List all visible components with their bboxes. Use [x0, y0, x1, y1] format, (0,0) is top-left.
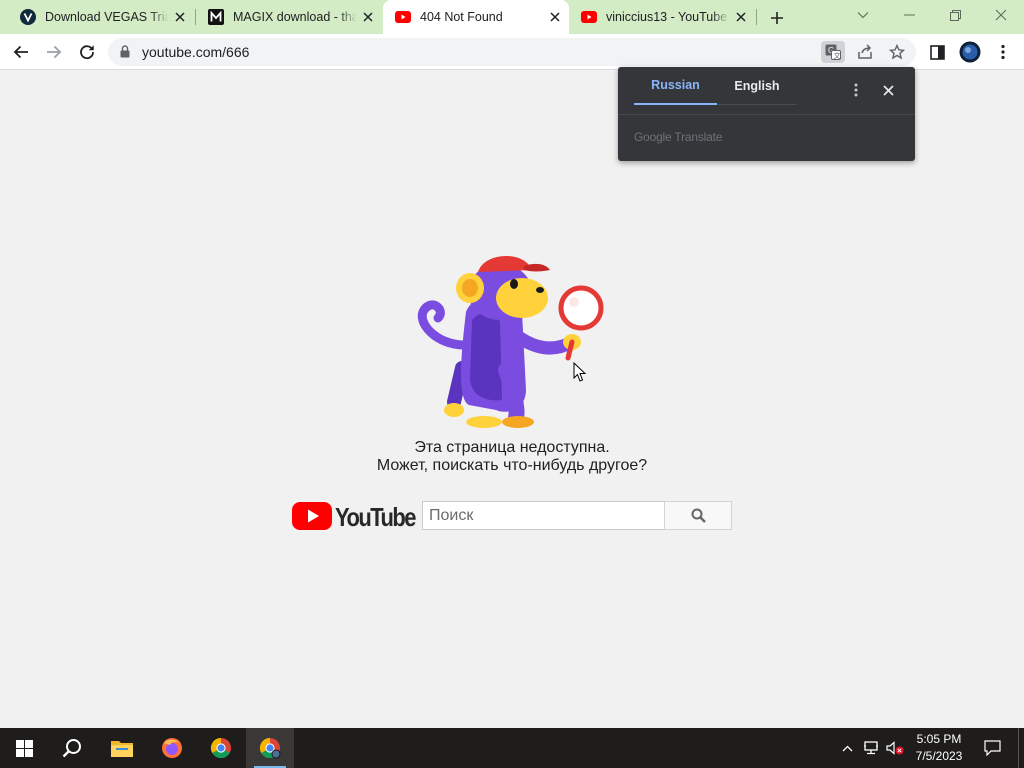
bookmark-star-icon[interactable]	[885, 41, 909, 63]
address-bar[interactable]: youtube.com/666 G文	[108, 38, 916, 66]
forward-button[interactable]	[40, 38, 68, 66]
chrome-icon	[259, 737, 281, 759]
start-button[interactable]	[0, 728, 48, 768]
tray-overflow-chevron-icon[interactable]	[838, 728, 856, 768]
reload-button[interactable]	[73, 38, 101, 66]
close-icon[interactable]	[172, 9, 188, 25]
kebab-menu-icon[interactable]	[989, 38, 1017, 66]
file-explorer-button[interactable]	[98, 728, 146, 768]
profile-avatar[interactable]	[956, 38, 984, 66]
taskbar-search-button[interactable]	[48, 728, 96, 768]
close-window-button[interactable]	[978, 0, 1024, 30]
translate-icon[interactable]: G文	[821, 41, 845, 63]
close-icon[interactable]	[733, 9, 749, 25]
network-icon[interactable]	[860, 728, 882, 768]
tab-vegas[interactable]: Download VEGAS Trial	[8, 0, 194, 34]
divider	[618, 114, 915, 115]
clock-time: 5:05 PM	[916, 732, 962, 746]
tab-russian[interactable]: Russian	[634, 67, 717, 105]
more-options-icon[interactable]	[846, 80, 866, 100]
tab-strip: Download VEGAS Trial MAGIX download - th…	[0, 0, 1024, 34]
tab-viniccius13[interactable]: viniccius13 - YouTube	[569, 0, 755, 34]
magix-icon	[208, 9, 224, 25]
tab-separator	[756, 9, 757, 25]
youtube-search-button[interactable]	[664, 501, 732, 530]
clock-date: 7/5/2023	[915, 749, 963, 763]
new-tab-button[interactable]	[766, 7, 788, 29]
back-button[interactable]	[7, 38, 35, 66]
side-panel-icon[interactable]	[923, 38, 951, 66]
youtube-search-input[interactable]	[422, 501, 665, 530]
youtube-icon	[581, 9, 597, 25]
translate-bubble: Russian English Google Translate	[618, 67, 915, 161]
tab-title: 404 Not Found	[420, 10, 503, 24]
show-desktop-button[interactable]	[1018, 728, 1024, 768]
tab-search-chevron-icon[interactable]	[840, 0, 886, 30]
close-icon[interactable]	[547, 9, 563, 25]
mouse-cursor	[573, 362, 587, 382]
close-icon[interactable]	[878, 80, 898, 100]
volume-muted-icon[interactable]	[884, 728, 906, 768]
tab-title: Download VEGAS Trial	[45, 10, 169, 24]
tab-title: MAGIX download - tha	[233, 10, 357, 24]
browser-toolbar: youtube.com/666 G文	[0, 34, 1024, 70]
search-icon	[62, 739, 81, 758]
start-icon	[15, 739, 33, 757]
tab-404[interactable]: 404 Not Found	[383, 0, 569, 34]
close-icon[interactable]	[360, 9, 376, 25]
google-translate-brand: Google Translate	[634, 130, 723, 144]
taskbar: 5:05 PM 7/5/2023	[0, 728, 1024, 768]
share-icon[interactable]	[853, 41, 877, 63]
svg-text:文: 文	[834, 51, 841, 60]
tab-magix[interactable]: MAGIX download - tha	[196, 0, 382, 34]
tab-title: viniccius13 - YouTube	[606, 10, 728, 24]
youtube-logo[interactable]: YouTube	[292, 501, 416, 531]
error-message-line2: Может, поискать что-нибудь другое?	[376, 457, 648, 474]
minimize-button[interactable]	[886, 0, 932, 30]
error-message-line1: Эта страница недоступна.	[414, 439, 610, 456]
tab-english[interactable]: English	[717, 67, 797, 105]
system-clock[interactable]: 5:05 PM 7/5/2023	[908, 731, 970, 765]
chrome-icon	[210, 737, 231, 759]
lock-icon[interactable]	[120, 45, 130, 63]
monkey-illustration	[417, 255, 604, 428]
chrome-button[interactable]	[197, 728, 245, 768]
firefox-button[interactable]	[148, 728, 196, 768]
chrome-active-button[interactable]	[246, 728, 294, 768]
restore-button[interactable]	[932, 0, 978, 30]
search-icon	[691, 508, 706, 523]
notifications-icon[interactable]	[980, 728, 1004, 768]
vegas-icon	[20, 9, 36, 25]
youtube-icon	[395, 9, 411, 25]
firefox-icon	[162, 738, 182, 758]
url-text[interactable]: youtube.com/666	[142, 44, 249, 60]
youtube-logo-text: YouTube	[335, 502, 416, 531]
file-explorer-icon	[111, 741, 133, 757]
